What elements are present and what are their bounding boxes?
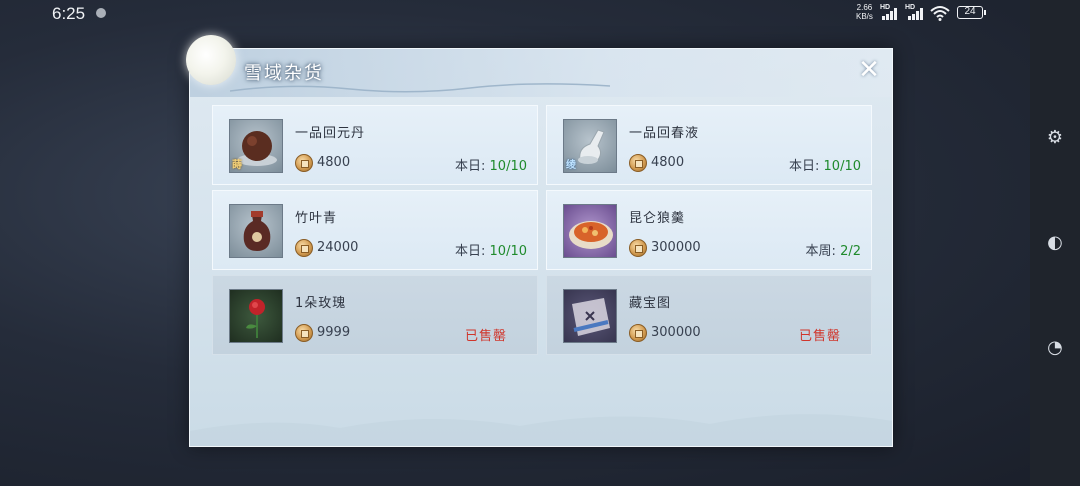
coin-icon	[295, 154, 313, 172]
coin-icon	[295, 239, 313, 257]
coin-icon	[629, 239, 647, 257]
status-time: 6:25	[52, 4, 86, 23]
item-price: 4800	[317, 155, 351, 170]
signal-icon-2	[908, 8, 926, 20]
purchase-limit: 本日: 10/10	[789, 159, 861, 174]
item-image-bottle: 绫	[563, 119, 617, 173]
purchase-limit: 本日: 10/10	[455, 159, 527, 174]
shop-item-card[interactable]: 绫 一品回春液 4800 本日: 10/10	[546, 105, 872, 185]
shop-item-card[interactable]: 蒔 一品回元丹 4800 本日: 10/10	[212, 105, 538, 185]
moon-decoration	[186, 35, 236, 85]
shop-panel: 雪域杂货 ✕ 蒔 一品回元丹 4800 本日: 10/10 绫 一品回春液 48…	[186, 35, 893, 447]
item-image-pill: 蒔	[229, 119, 283, 173]
coin-icon	[629, 324, 647, 342]
item-name: 一品回元丹	[295, 126, 366, 141]
item-image-treasure-map	[563, 289, 617, 343]
item-name: 昆仑狼羹	[629, 211, 686, 226]
side-rail: ⚙ ◐ ◔	[1030, 0, 1080, 486]
network-speed-value: 2.66	[856, 3, 873, 12]
item-image-wine-jar	[229, 204, 283, 258]
network-speed-unit: KB/s	[856, 12, 873, 21]
item-image-soup	[563, 204, 617, 258]
battery-icon: 24	[957, 6, 986, 19]
purchase-limit: 本周: 2/2	[805, 244, 861, 259]
notification-dot-icon	[96, 8, 106, 18]
item-price: 300000	[651, 325, 701, 340]
panel-title: 雪域杂货	[244, 63, 324, 84]
item-badge: 蒔	[232, 160, 242, 171]
sold-out-label: 已售罄	[798, 329, 841, 344]
item-name: 竹叶青	[295, 211, 338, 226]
close-button[interactable]: ✕	[854, 55, 884, 85]
game-assist-icon[interactable]: ◔	[1044, 337, 1066, 359]
network-speed: 2.66 KB/s	[856, 3, 873, 21]
item-price: 300000	[651, 240, 701, 255]
item-price: 24000	[317, 240, 359, 255]
coin-icon	[629, 154, 647, 172]
coin-icon	[295, 324, 313, 342]
lock-rotation-icon[interactable]: ◐	[1044, 232, 1066, 254]
item-name: 1朵玫瑰	[295, 296, 347, 311]
item-price: 4800	[651, 155, 685, 170]
item-image-rose	[229, 289, 283, 343]
status-bar: 6:25 2.66 KB/s HD HD 24	[0, 0, 1030, 28]
signal-icon-1	[882, 8, 900, 20]
sold-out-label: 已售罄	[464, 329, 507, 344]
item-name: 藏宝图	[629, 296, 672, 311]
settings-gear-icon[interactable]: ⚙	[1044, 127, 1066, 149]
wifi-icon	[930, 6, 950, 21]
purchase-limit: 本日: 10/10	[455, 244, 527, 259]
item-badge: 绫	[566, 160, 576, 171]
shop-item-card[interactable]: 昆仑狼羹 300000 本周: 2/2	[546, 190, 872, 270]
item-price: 9999	[317, 325, 351, 340]
shop-item-card[interactable]: 竹叶青 24000 本日: 10/10	[212, 190, 538, 270]
shop-item-card[interactable]: 1朵玫瑰 9999 已售罄	[212, 275, 538, 355]
shop-item-card[interactable]: 藏宝图 300000 已售罄	[546, 275, 872, 355]
mountain-decoration	[190, 414, 892, 446]
item-name: 一品回春液	[629, 126, 700, 141]
